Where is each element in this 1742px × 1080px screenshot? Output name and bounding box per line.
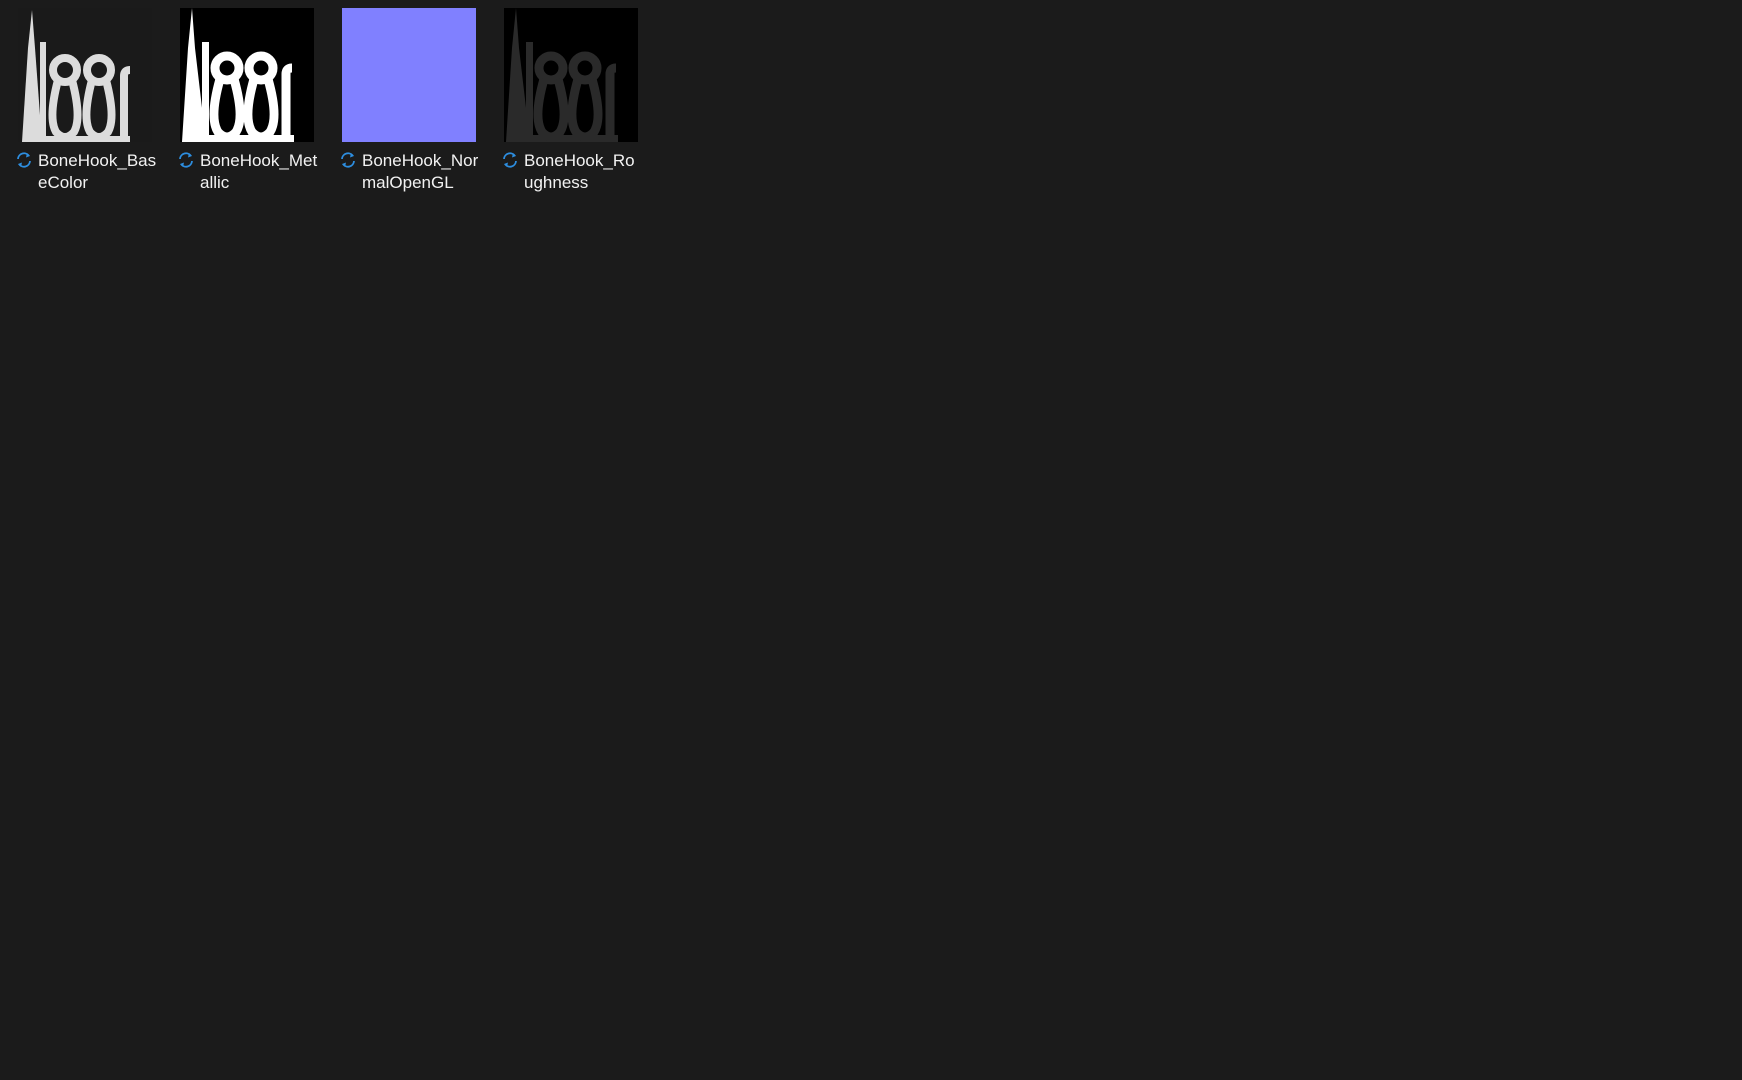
file-name: BoneHook_Metallic (200, 151, 318, 192)
bone-hook-texture-icon (504, 8, 638, 142)
texture-thumbnail (18, 8, 152, 142)
sync-icon (503, 152, 517, 168)
file-item-metallic[interactable]: BoneHook_Metallic (174, 8, 324, 198)
file-grid: BoneHook_BaseColor BoneHook_Metallic Bon… (0, 0, 1742, 1080)
texture-thumbnail (180, 8, 314, 142)
file-name: BoneHook_Roughness (524, 151, 635, 192)
sync-icon (179, 152, 193, 168)
file-item-normal-opengl[interactable]: BoneHook_NormalOpenGL (336, 8, 486, 198)
sync-icon (341, 152, 355, 168)
bone-hook-texture-icon (180, 8, 314, 142)
solid-texture-icon (342, 8, 476, 142)
file-name: BoneHook_BaseColor (38, 151, 157, 192)
texture-thumbnail (504, 8, 638, 142)
file-item-roughness[interactable]: BoneHook_Roughness (498, 8, 648, 198)
file-name: BoneHook_NormalOpenGL (362, 151, 479, 192)
file-item-basecolor[interactable]: BoneHook_BaseColor (12, 8, 162, 198)
file-caption[interactable]: BoneHook_NormalOpenGL (336, 150, 486, 194)
sync-icon (17, 152, 31, 168)
file-caption[interactable]: BoneHook_Metallic (174, 150, 324, 194)
file-caption[interactable]: BoneHook_Roughness (498, 150, 648, 194)
bone-hook-texture-icon (18, 8, 152, 142)
texture-thumbnail (342, 8, 476, 142)
file-caption[interactable]: BoneHook_BaseColor (12, 150, 162, 194)
